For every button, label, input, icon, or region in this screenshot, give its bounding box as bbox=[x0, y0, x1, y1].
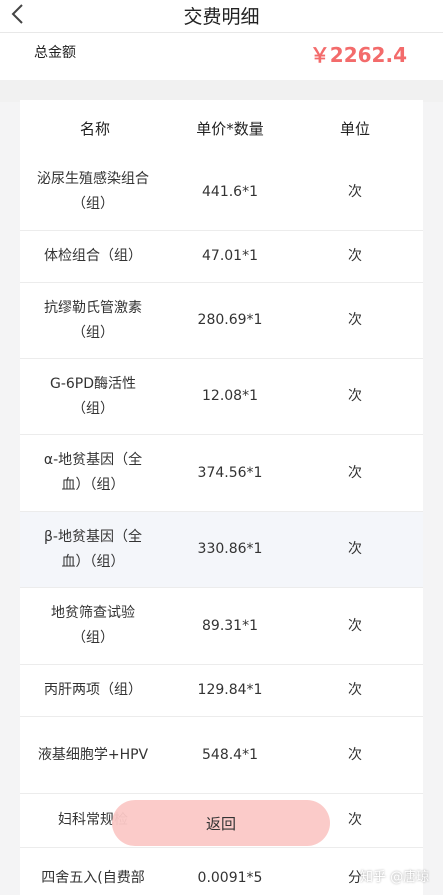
item-name: G-6PD酶活性（组） bbox=[49, 375, 137, 417]
item-unit: 次 bbox=[348, 388, 362, 404]
item-name: 泌尿生殖感染组合（组） bbox=[37, 171, 149, 212]
item-unit: 次 bbox=[348, 312, 362, 328]
item-price-qty: 441.6*1 bbox=[202, 183, 258, 200]
total-label: 总金额 bbox=[34, 45, 76, 61]
item-price-qty: 548.4*1 bbox=[202, 746, 258, 763]
item-price-qty: 280.69*1 bbox=[197, 312, 263, 328]
item-unit: 次 bbox=[348, 746, 362, 763]
table-row: 抗缪勒氏管激素（组） 280.69*1 次 bbox=[20, 283, 423, 359]
item-name: β-地贫基因（全血）（组） bbox=[44, 528, 142, 570]
table-header: 名称 单价*数量 单位 bbox=[20, 100, 423, 154]
table-row: 液基细胞学+HPV 548.4*1 次 bbox=[20, 717, 423, 794]
table-row: 地贫筛查试验（组） 89.31*1 次 bbox=[20, 588, 423, 665]
item-unit: 次 bbox=[348, 617, 362, 634]
table-row: 体检组合（组） 47.01*1 次 bbox=[20, 231, 423, 283]
item-price-qty: 374.56*1 bbox=[197, 464, 263, 481]
item-price-qty: 129.84*1 bbox=[197, 682, 263, 698]
table-row: β-地贫基因（全血）（组） 330.86*1 次 bbox=[20, 512, 423, 588]
item-name: 丙肝两项（组） bbox=[44, 682, 142, 698]
table-row: α-地贫基因（全血）（组） 374.56*1 次 bbox=[20, 435, 423, 512]
table-row: 泌尿生殖感染组合（组） 441.6*1 次 bbox=[20, 154, 423, 231]
item-price-qty: 89.31*1 bbox=[202, 617, 258, 634]
return-button[interactable]: 返回 bbox=[112, 800, 330, 846]
column-header-name: 名称 bbox=[79, 120, 110, 138]
item-name: 体检组合（组） bbox=[44, 248, 142, 264]
page-title: 交费明细 bbox=[183, 6, 260, 28]
table-row: G-6PD酶活性（组） 12.08*1 次 bbox=[20, 359, 423, 435]
item-price-qty: 0.0091*5 bbox=[197, 869, 263, 886]
item-name: 抗缪勒氏管激素（组） bbox=[44, 299, 142, 341]
section-divider bbox=[0, 80, 443, 102]
item-unit: 次 bbox=[348, 183, 362, 200]
top-bar: 交费明细 bbox=[0, 0, 443, 32]
item-name: 四舍五入(自费部 bbox=[41, 869, 145, 886]
item-name: 液基细胞学+HPV bbox=[37, 746, 149, 763]
item-name: 地贫筛查试验（组） bbox=[51, 605, 135, 646]
item-price-qty: 12.08*1 bbox=[202, 388, 258, 404]
item-name: α-地贫基因（全血）（组） bbox=[43, 452, 143, 493]
total-summary: 总金额 ￥2262.4 bbox=[0, 32, 443, 80]
fee-table: 名称 单价*数量 单位 泌尿生殖感染组合（组） 441.6*1 次 体检组合（组… bbox=[20, 100, 423, 895]
item-unit: 次 bbox=[348, 682, 362, 698]
item-unit: 次 bbox=[348, 541, 362, 557]
item-unit: 次 bbox=[348, 464, 362, 481]
column-header-price-qty: 单价*数量 bbox=[196, 120, 264, 138]
column-header-unit: 单位 bbox=[339, 120, 370, 138]
total-amount: ￥2262.4 bbox=[309, 43, 407, 67]
watermark: 知乎 @唐琼 bbox=[360, 870, 430, 885]
item-price-qty: 47.01*1 bbox=[202, 248, 258, 264]
item-unit: 次 bbox=[348, 248, 362, 264]
item-price-qty: 330.86*1 bbox=[197, 541, 263, 557]
table-row: 丙肝两项（组） 129.84*1 次 bbox=[20, 665, 423, 717]
